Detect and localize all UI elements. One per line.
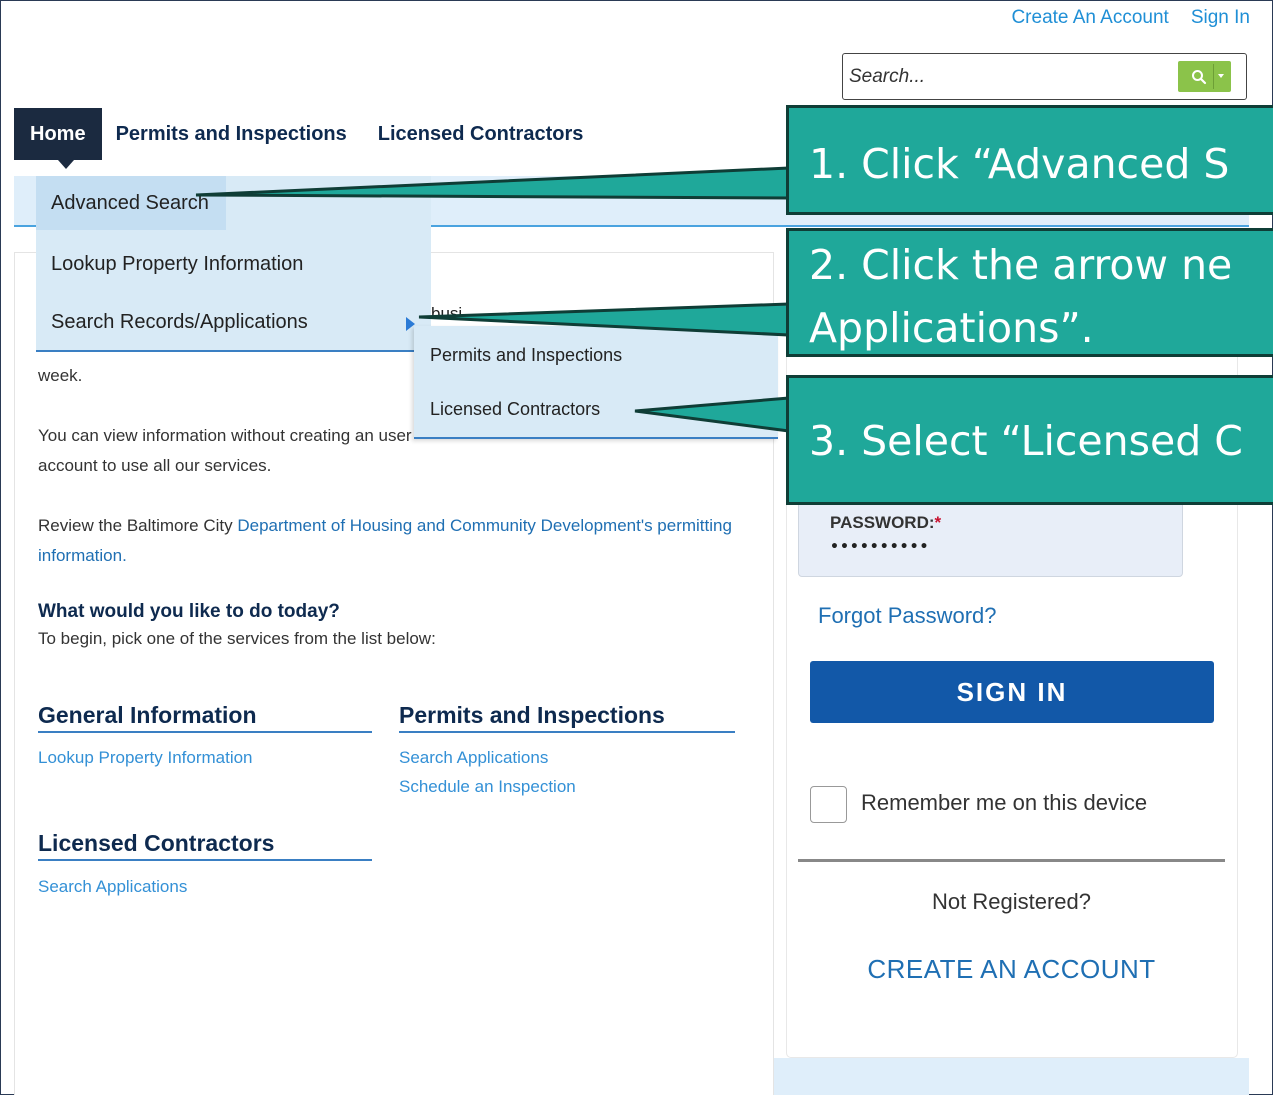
global-search [842, 53, 1247, 100]
login-divider [798, 859, 1225, 862]
section-general-information: General Information [38, 702, 372, 733]
schedule-inspection-link[interactable]: Schedule an Inspection [399, 777, 576, 797]
section-licensed-contractors: Licensed Contractors [38, 830, 372, 861]
remember-me-checkbox[interactable] [810, 786, 847, 823]
review-prefix: Review the Baltimore City [38, 516, 238, 535]
sign-in-button[interactable]: SIGN IN [810, 661, 1214, 723]
create-account-button[interactable]: CREATE AN ACCOUNT [798, 954, 1225, 985]
search-button-divider [1213, 64, 1214, 89]
review-text: Review the Baltimore City Department of … [38, 511, 738, 571]
chevron-down-icon[interactable] [1218, 74, 1224, 78]
forgot-password-link[interactable]: Forgot Password? [818, 603, 997, 629]
partial-text: busi [431, 304, 463, 323]
nav-permits-inspections[interactable]: Permits and Inspections [102, 108, 361, 160]
remember-me-label: Remember me on this device [861, 790, 1148, 815]
search-button[interactable] [1178, 61, 1231, 92]
section-permits-inspections: Permits and Inspections [399, 702, 735, 733]
nav-licensed-contractors[interactable]: Licensed Contractors [361, 108, 601, 160]
login-card [786, 252, 1238, 1058]
menu-search-records[interactable]: Search Records/Applications [36, 296, 431, 348]
search-applications-link[interactable]: Search Applications [399, 748, 548, 768]
login-card-footer-band [774, 1058, 1249, 1095]
lookup-property-link[interactable]: Lookup Property Information [38, 748, 253, 768]
search-icon [1192, 69, 1207, 84]
contractors-search-applications-link[interactable]: Search Applications [38, 877, 187, 897]
header-links: Create An Account Sign In [1011, 7, 1250, 29]
callout-step-2-line-2: Applications”. [809, 304, 1094, 352]
search-records-submenu: Permits and Inspections Licensed Contrac… [414, 326, 778, 439]
question-title: What would you like to do today? [38, 601, 340, 622]
required-marker: * [934, 513, 942, 532]
password-value: •••••••••• [830, 539, 930, 555]
menu-lookup-property[interactable]: Lookup Property Information [36, 238, 431, 290]
callout-step-1: 1. Click “Advanced S [786, 105, 1273, 215]
home-dropdown-menu: Advanced Search Lookup Property Informat… [36, 176, 431, 352]
main-nav: Home Permits and Inspections Licensed Co… [14, 108, 600, 160]
nav-active-pointer [58, 160, 74, 169]
sign-in-link[interactable]: Sign In [1191, 7, 1250, 29]
callout-step-2-line-1: 2. Click the arrow ne [809, 241, 1233, 289]
callout-step-3: 3. Select “Licensed C [786, 375, 1273, 505]
menu-advanced-search[interactable]: Advanced Search [36, 176, 226, 230]
callout-step-2: 2. Click the arrow ne Applications”. [786, 228, 1273, 357]
view-info-text: You can view information without creatin… [38, 426, 412, 475]
week-text: week. [38, 366, 83, 385]
search-input[interactable] [849, 63, 1169, 91]
password-field[interactable]: PASSWORD:* •••••••••• [798, 496, 1183, 577]
not-registered-text: Not Registered? [932, 889, 1091, 914]
nav-home[interactable]: Home [14, 108, 102, 160]
submenu-licensed-contractors[interactable]: Licensed Contractors [430, 399, 600, 420]
password-label: PASSWORD:* [830, 513, 942, 532]
submenu-permits-inspections[interactable]: Permits and Inspections [430, 345, 622, 366]
question-subtitle: To begin, pick one of the services from … [38, 629, 436, 648]
create-account-link[interactable]: Create An Account [1011, 7, 1168, 29]
